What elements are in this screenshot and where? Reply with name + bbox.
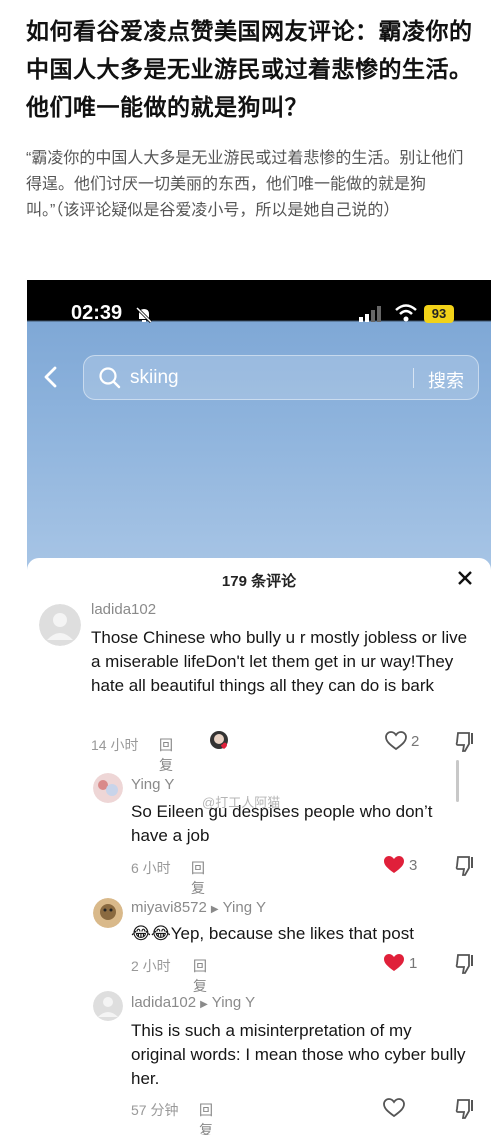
comment-time: 2 小时 [131,958,171,974]
article-title: 如何看谷爱凌点赞美国网友评论：霸凌你的中国人大多是无业游民或过着悲惨的生活。他们… [26,18,473,120]
liked-icon[interactable] [383,953,405,973]
avatar[interactable] [93,991,123,1021]
search-header-background [27,280,491,580]
search-icon [99,367,121,389]
liked-icon[interactable] [383,855,405,875]
like-count: 1 [409,955,418,972]
reply-arrow-icon: ▶ [210,904,219,915]
search-input[interactable]: skiing [130,367,179,389]
comment-text: So Eileen gu despises people who don’t h… [131,802,433,845]
mute-bell-icon [135,306,153,324]
dislike-icon[interactable] [455,855,477,877]
article-quote: “霸凌你的中国人大多是无业游民或过着悲惨的生活。别让他们得逞。他们讨厌一切美丽的… [26,150,464,219]
battery-indicator: 93 [424,305,454,323]
comment-username[interactable]: miyavi8572 ▶ Ying Y [131,899,266,916]
like-icon[interactable] [383,1098,405,1118]
avatar[interactable] [93,773,123,803]
like-count: 3 [409,857,418,874]
dislike-icon[interactable] [455,731,477,753]
reply-arrow-icon: ▶ [200,999,208,1010]
watermark: @打工人阿猫 [202,795,281,810]
comment-time: 6 小时 [131,860,171,876]
comment-username[interactable]: Ying Y [131,776,174,793]
like-count: 2 [411,733,420,750]
dislike-icon[interactable] [455,1098,477,1120]
search-divider [413,368,414,388]
close-icon[interactable] [457,570,473,586]
phone-screenshot: 02:39 93 skiing 搜索 179 条评论 ladida102 Tho… [27,280,491,1135]
reply-button[interactable]: 回复 [159,735,173,775]
wifi-icon [395,304,417,322]
avatar[interactable] [93,898,123,928]
dislike-icon[interactable] [455,953,477,975]
status-time: 02:39 [71,302,123,324]
scrollbar[interactable] [456,760,459,802]
comment-time: 57 分钟 [131,1102,179,1118]
like-icon[interactable] [385,731,407,751]
comment-username[interactable]: ladida102 ▶ Ying Y [131,994,255,1011]
comment-username[interactable]: ladida102 [91,601,156,618]
back-arrow-icon[interactable] [43,366,57,388]
comment-text: Those Chinese who bully u r mostly joble… [91,628,468,695]
search-box[interactable]: skiing 搜索 [83,355,479,400]
laughing-emoji: 😂😂 [131,924,171,943]
avatar[interactable] [39,604,81,646]
comment-text: 😂😂Yep, because she likes that post [131,924,414,943]
reply-button[interactable]: 回复 [199,1100,213,1135]
reply-button[interactable]: 回复 [191,858,205,898]
comment-text: This is such a misinterpretation of my o… [131,1021,466,1088]
creator-liked-avatar [210,731,228,749]
search-button[interactable]: 搜索 [428,367,464,393]
comment-time: 14 小时 [91,737,139,753]
comments-count-title: 179 条评论 [221,573,297,590]
comments-panel: 179 条评论 ladida102 Those Chinese who bull… [27,558,491,1135]
signal-icon [359,306,381,322]
reply-button[interactable]: 回复 [193,956,207,996]
